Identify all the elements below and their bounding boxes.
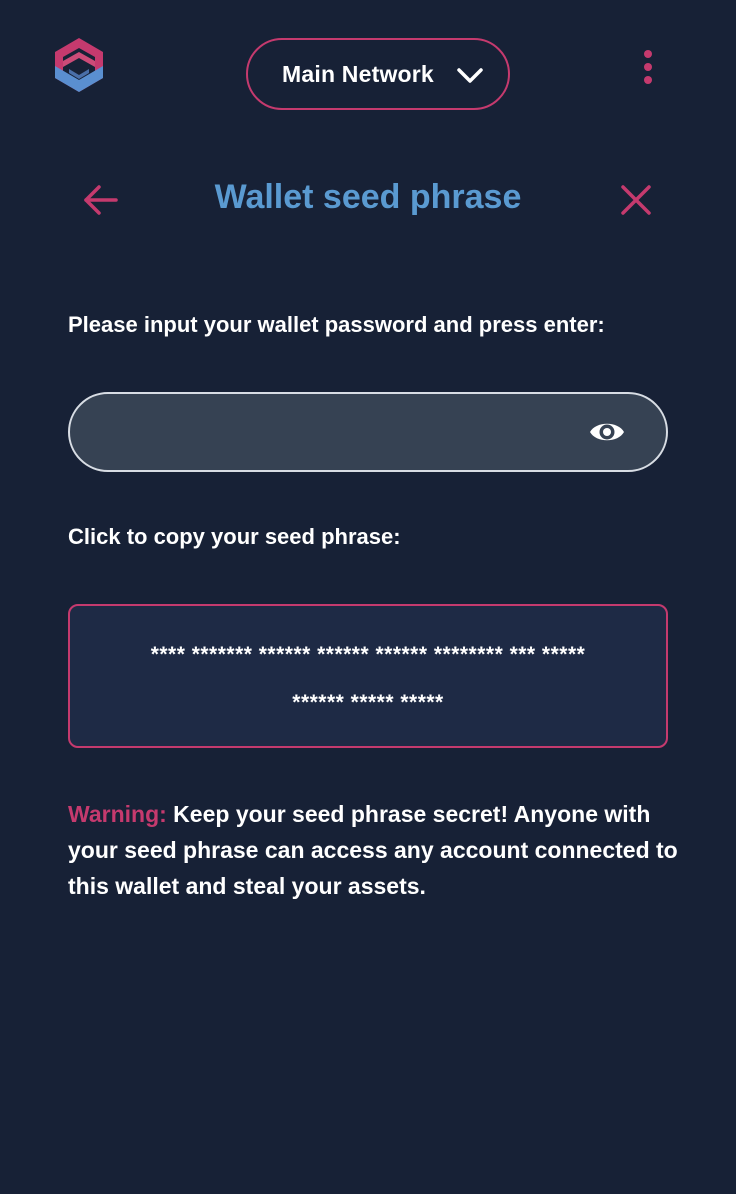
- network-selector-label: Main Network: [282, 60, 434, 87]
- eye-icon[interactable]: [588, 416, 626, 448]
- chevron-down-icon: [456, 62, 484, 88]
- seed-phrase-box[interactable]: **** ******* ****** ****** ****** ******…: [68, 604, 668, 748]
- kebab-menu-icon[interactable]: [634, 48, 662, 88]
- password-prompt-label: Please input your wallet password and pr…: [68, 312, 605, 337]
- seed-phrase-text: **** ******* ****** ****** ****** ******…: [150, 643, 586, 714]
- network-selector[interactable]: Main Network: [246, 38, 510, 110]
- hexagon-logo-icon: [52, 36, 106, 94]
- password-field[interactable]: [68, 392, 668, 472]
- password-input[interactable]: [100, 394, 580, 470]
- warning-label: Warning:: [68, 801, 167, 827]
- close-icon: [621, 185, 651, 215]
- copy-seed-label: Click to copy your seed phrase:: [68, 524, 401, 549]
- close-button[interactable]: [618, 182, 654, 218]
- app-root: Main Network Wallet seed phrase Please i…: [0, 0, 736, 1194]
- warning-message: Warning: Keep your seed phrase secret! A…: [68, 796, 678, 904]
